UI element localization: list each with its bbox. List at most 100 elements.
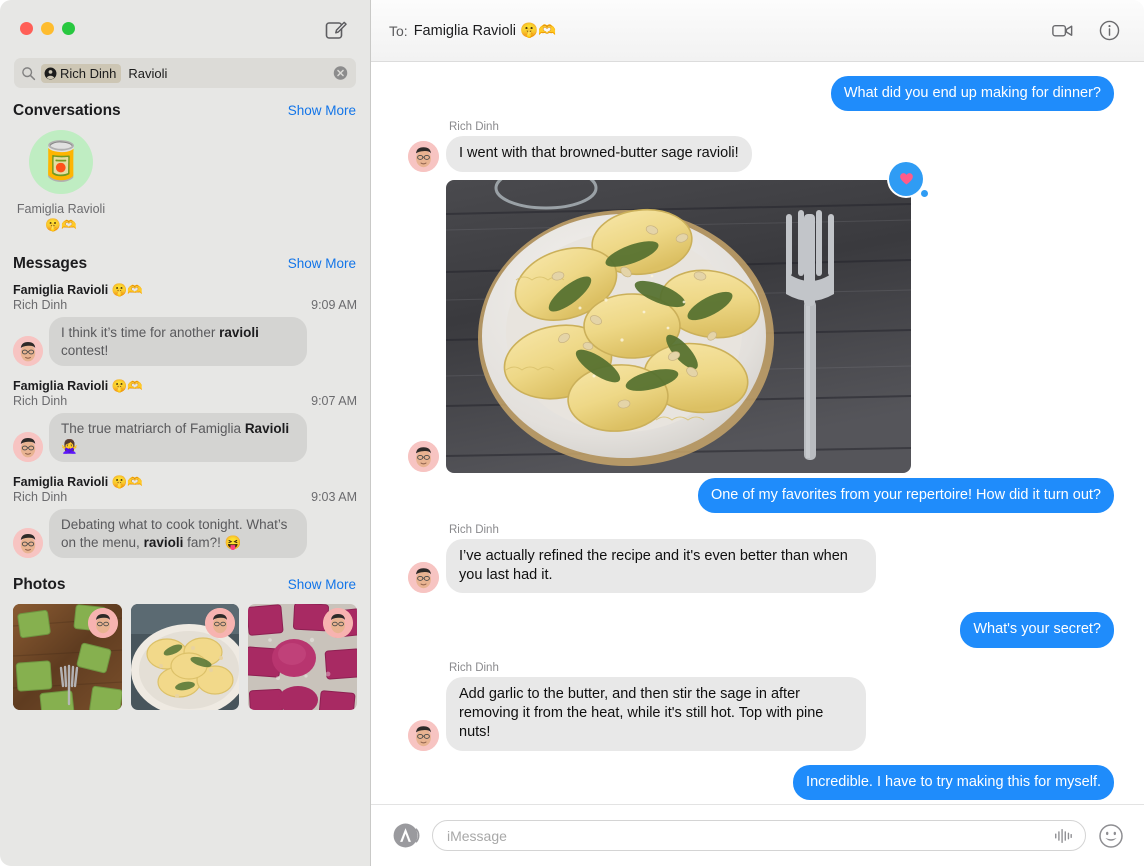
preview-highlight: Ravioli [244,421,290,437]
search-query-text: Ravioli [128,65,168,81]
info-circle-icon[interactable] [1097,18,1122,43]
close-button[interactable] [20,22,33,35]
person-circle-icon [44,67,57,80]
message-row-outgoing: What did you end up making for dinner? [389,76,1119,112]
message-bubble[interactable]: What's your secret? [960,612,1118,648]
avatar [408,562,439,594]
photo-sender-badge [87,608,118,639]
message-thread-title: Famiglia Ravioli 🤫🫶 [13,379,143,394]
message-bubble[interactable]: Incredible. I have to try making this fo… [793,764,1118,801]
conversation-name: Famiglia Ravioli 🤫🫶 [16,202,106,232]
messages-window: Rich Dinh Ravioli Conversations Show Mor… [0,0,1144,866]
list-item[interactable]: Famiglia Ravioli 🤫🫶 Rich Dinh 9:09 AM I … [0,283,370,367]
to-label: To: [389,22,408,39]
search-field[interactable]: Rich Dinh Ravioli [14,58,356,88]
message-row-outgoing: One of my favorites from your repertoire… [389,477,1119,514]
audio-waveform-icon[interactable] [1053,827,1073,845]
video-camera-icon[interactable] [1050,18,1075,43]
conversation-recipient[interactable]: Famiglia Ravioli 🤫🫶 [414,22,556,39]
messages-section: Messages Show More Famiglia Ravioli 🤫🫶 R… [0,255,370,559]
message-sender-name: Rich Dinh [449,661,499,674]
app-store-icon[interactable] [393,822,420,849]
message-row-incoming: Rich Dinh [389,524,1114,594]
message-row-incoming: Rich Dinh [389,121,1114,172]
tapback-heart[interactable] [889,161,928,197]
list-item[interactable]: Famiglia Ravioli 🤫🫶 Rich Dinh 9:03 AM De… [0,475,370,559]
zoom-button[interactable] [62,22,75,35]
photo-thumbnail[interactable] [130,604,240,711]
compose-icon[interactable] [324,18,348,42]
photo-thumbnail[interactable] [248,604,358,711]
sidebar-results: Conversations Show More 🥫 Famiglia Ravio… [0,88,370,866]
conversations-section-header: Conversations Show More [0,102,370,120]
sidebar-titlebar [0,0,370,58]
minimize-button[interactable] [41,22,54,35]
message-sender: Rich Dinh [13,298,68,312]
list-item[interactable]: Famiglia Ravioli 🤫🫶 Rich Dinh 9:07 AM Th… [0,379,370,463]
photos-show-more[interactable]: Show More [288,577,356,592]
messages-title: Messages [13,255,88,272]
sidebar: Rich Dinh Ravioli Conversations Show Mor… [0,0,371,866]
ravioli-photo[interactable] [446,179,911,473]
conversation-pane: To: Famiglia Ravioli 🤫🫶 What did you end… [371,0,1144,866]
clear-icon[interactable] [333,66,348,81]
preview-post: contest! [61,342,109,358]
message-input-container[interactable] [432,820,1086,851]
avatar [408,140,439,172]
message-thread-title: Famiglia Ravioli 🤫🫶 [13,283,143,297]
message-time: 9:03 AM [311,490,357,505]
message-bubble[interactable]: I’ve actually refined the recipe and it'… [442,538,876,594]
search-token-contact[interactable]: Rich Dinh [41,63,122,83]
photo-attachment[interactable] [446,161,928,473]
photos-section: Photos Show More [0,576,370,711]
message-preview: Debating what to cook tonight. What’s on… [45,509,307,559]
conversations-title: Conversations [13,102,121,119]
search-icon [21,66,36,81]
tapback-tail-dot [921,189,928,197]
message-row-incoming: Rich Dinh [389,662,1114,751]
preview-post: 🙅‍♀️ [61,438,78,454]
preview-post: fam?! 😝 [183,534,242,550]
avatar [13,432,43,463]
message-input[interactable] [447,827,1053,844]
message-sender-name: Rich Dinh [449,523,499,536]
message-sender-name: Rich Dinh [449,121,499,134]
message-sender: Rich Dinh [13,490,68,505]
avatar [408,719,439,751]
message-bubble[interactable]: One of my favorites from your repertoire… [697,477,1119,514]
conversations-list: 🥫 Famiglia Ravioli 🤫🫶 [0,130,370,233]
message-thread: What did you end up making for dinner? R… [371,62,1144,804]
messages-section-header: Messages Show More [0,255,370,273]
avatar [13,528,43,559]
preview-highlight: ravioli [219,325,259,340]
traffic-lights [20,22,75,35]
photos-grid [0,604,370,711]
message-preview: I think it’s time for another ravioli co… [45,317,307,367]
message-bubble[interactable]: Add garlic to the butter, and then stir … [442,676,866,751]
message-bubble[interactable]: What did you end up making for dinner? [830,76,1119,112]
header-actions [1050,18,1122,43]
preview-pre: I think it’s time for another [61,325,220,340]
avatar [13,336,43,367]
search-container: Rich Dinh Ravioli [0,58,370,88]
avatar [408,440,439,472]
preview-highlight: ravioli [143,534,184,550]
messages-show-more[interactable]: Show More [288,256,356,271]
smiley-face-icon[interactable] [1098,823,1124,849]
search-token-label: Rich Dinh [60,65,117,81]
conversation-item-famiglia-ravioli[interactable]: 🥫 Famiglia Ravioli 🤫🫶 [13,130,109,233]
preview-pre: The true matriarch of Famiglia [61,421,245,437]
photo-thumbnail[interactable] [13,604,122,711]
composer-bar [371,804,1144,866]
message-row-outgoing: What's your secret? [389,612,1118,648]
conversations-show-more[interactable]: Show More [288,103,356,118]
message-row-outgoing: Incredible. I have to try making this fo… [389,764,1118,801]
message-row-photo [389,161,1114,477]
message-thread-title: Famiglia Ravioli 🤫🫶 [13,475,143,490]
photos-section-header: Photos Show More [0,576,370,594]
conversation-avatar: 🥫 [29,130,93,194]
message-sender: Rich Dinh [13,394,68,409]
message-bubble[interactable]: I went with that browned-butter sage rav… [442,136,752,172]
photos-title: Photos [13,576,66,594]
conversation-header: To: Famiglia Ravioli 🤫🫶 [371,0,1144,62]
